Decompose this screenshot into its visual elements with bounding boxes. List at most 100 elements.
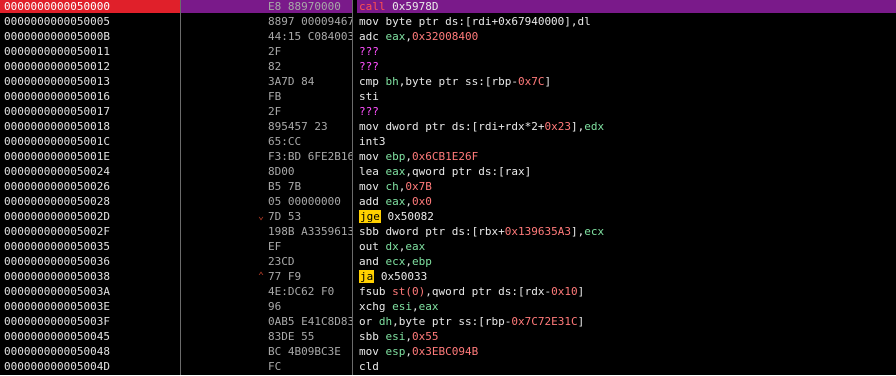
disasm-row[interactable]: 000000000005004D FC cld [0,360,896,373]
operand: , [405,345,412,358]
instruction-cell[interactable]: ??? [357,60,896,73]
column-divider[interactable] [352,0,353,375]
operand: 0x5978D [385,0,439,13]
instruction-cell[interactable]: and ecx,ebp [357,255,896,268]
instruction-cell[interactable]: fsub st(0),qword ptr ds:[rdx-0x10] [357,285,896,298]
instruction-cell[interactable]: cld [357,360,896,373]
address-cell[interactable]: 0000000000050026 [0,180,180,193]
address-cell[interactable]: 0000000000050035 [0,240,180,253]
operand: eax [378,165,406,178]
disasm-row[interactable]: 0000000000050011 2F??? [0,45,896,58]
address-cell[interactable]: 0000000000050011 [0,45,180,58]
instruction-cell[interactable]: mov dword ptr ds:[rdi+rdx*2+0x23],edx [357,120,896,133]
bytes-cell: 4E:DC62 F0 [268,285,335,298]
instruction-cell[interactable]: lea eax,qword ptr ds:[rax] [357,165,896,178]
operand: ??? [359,60,379,73]
operand: ??? [359,105,379,118]
instruction-cell[interactable]: sbb esi,0x55 [357,330,896,343]
instruction-cell[interactable]: ja 0x50033 [357,270,896,283]
bytes-cell: 198B A3359613 [268,225,352,238]
address-cell[interactable]: 0000000000050036 [0,255,180,268]
address-cell[interactable]: 0000000000050013 [0,75,180,88]
operand: 0x50033 [374,270,428,283]
disasm-row[interactable]: 0000000000050045 83DE 55 sbb esi,0x55 [0,330,896,343]
bytes-cell: 23CD [268,255,295,268]
address-cell[interactable]: 000000000005002D [0,210,180,223]
instruction-cell[interactable]: xchg esi,eax [357,300,896,313]
address-cell[interactable]: 0000000000050028 [0,195,180,208]
instruction-cell[interactable]: mov ch,0x7B [357,180,896,193]
address-cell[interactable]: 000000000005001C [0,135,180,148]
bytes-cell: 44:15 C0840032 [268,30,352,43]
address-cell[interactable]: 0000000000050045 [0,330,180,343]
address-cell[interactable]: 0000000000050017 [0,105,180,118]
disasm-row[interactable]: 0000000000050024 8D00 lea eax,qword ptr ds… [0,165,896,178]
mnemonic: sbb [359,225,379,238]
instruction-cell[interactable]: add eax,0x0 [357,195,896,208]
instruction-cell[interactable]: int3 [357,135,896,148]
address-cell[interactable]: 000000000005003E [0,300,180,313]
disasm-row[interactable]: 0000000000050028 05 00000000 add eax,0x0 [0,195,896,208]
mnemonic: int3 [359,135,386,148]
operand: st(0) [385,285,426,298]
address-cell[interactable]: 0000000000050016 [0,90,180,103]
disasm-row[interactable]: 0000000000050017 2F??? [0,105,896,118]
operand: ,qword ptr ds:[rax] [405,165,532,178]
disasm-row[interactable]: 000000000005000B 44:15 C0840032 adc eax,0x… [0,30,896,43]
operand: eax [418,300,439,313]
disasm-row[interactable]: 0000000000050035 EF out dx,eax [0,240,896,253]
address-cell[interactable]: 0000000000050018 [0,120,180,133]
disasm-row[interactable]: 000000000005002D ⌄ 7D 53 jge 0x50082 [0,210,896,223]
operand: , [405,255,412,268]
disasm-row[interactable]: 000000000005003E 96 xchg esi,eax [0,300,896,313]
disasm-row[interactable]: 0000000000050038 ⌃ 77 F9 ja 0x50033 [0,270,896,283]
address-cell[interactable]: 000000000005003A [0,285,180,298]
instruction-cell[interactable]: or dh,byte ptr ss:[rbp-0x7C72E31C] [357,315,896,328]
address-cell[interactable]: 0000000000050000 [0,0,180,13]
operand: ebp [412,255,432,268]
instruction-cell[interactable]: ??? [357,105,896,118]
address-cell[interactable]: 0000000000050024 [0,165,180,178]
mnemonic: ja [359,270,375,283]
disasm-row[interactable]: 0000000000050000 E8 88970000 call 0x5978D [0,0,896,13]
address-cell[interactable]: 000000000005002F [0,225,180,238]
instruction-cell[interactable]: mov esp,0x3EBC094B [357,345,896,358]
disasm-row[interactable]: 0000000000050016 FB sti [0,90,896,103]
address-cell[interactable]: 0000000000050048 [0,345,180,358]
instruction-cell[interactable]: jge 0x50082 [357,210,896,223]
instruction-cell[interactable]: adc eax,0x32008400 [357,30,896,43]
instruction-cell[interactable]: mov byte ptr ds:[rdi+0x67940000],dl [357,15,896,28]
address-cell[interactable]: 000000000005001E [0,150,180,163]
disasm-row[interactable]: 000000000005001C 65:CC int3 [0,135,896,148]
disasm-row[interactable]: 0000000000050012 82??? [0,60,896,73]
instruction-cell[interactable]: ??? [357,45,896,58]
disasm-row[interactable]: 0000000000050026 B5 7B mov ch,0x7B [0,180,896,193]
address-cell[interactable]: 0000000000050005 [0,15,180,28]
instruction-cell[interactable]: sbb dword ptr ds:[rbx+0x139635A3],ecx [357,225,896,238]
address-cell[interactable]: 000000000005004D [0,360,180,373]
bytes-cell: 0AB5 E41C8D83 [268,315,352,328]
disasm-row[interactable]: 0000000000050005 8897 00009467 mov byte pt… [0,15,896,28]
disassembly-view[interactable]: 0000000000050000 E8 88970000 call 0x5978D 0… [0,0,896,375]
bytes-cell: 77 F9 [268,270,302,283]
disasm-row[interactable]: 0000000000050048 BC 4B09BC3E mov esp,0x3EB… [0,345,896,358]
disasm-row[interactable]: 0000000000050013 3A7D 84 cmp bh,byte ptr s… [0,75,896,88]
disasm-row[interactable]: 0000000000050018 895457 23 mov dword ptr d… [0,120,896,133]
instruction-cell[interactable]: call 0x5978D [357,0,896,13]
disasm-row[interactable]: 000000000005002F 198B A3359613 sbb dword p… [0,225,896,238]
address-cell[interactable]: 0000000000050038 [0,270,180,283]
operand: ,byte ptr ss:[rbp- [392,315,512,328]
disasm-row[interactable]: 000000000005001E F3:BD 6FE2B16C mov ebp,0x… [0,150,896,163]
jump-up-arrow-icon: ⌃ [258,271,265,282]
instruction-cell[interactable]: out dx,eax [357,240,896,253]
instruction-cell[interactable]: mov ebp,0x6CB1E26F [357,150,896,163]
address-cell[interactable]: 000000000005003F [0,315,180,328]
instruction-cell[interactable]: sti [357,90,896,103]
column-divider[interactable] [180,0,181,375]
instruction-cell[interactable]: cmp bh,byte ptr ss:[rbp-0x7C] [357,75,896,88]
address-cell[interactable]: 0000000000050012 [0,60,180,73]
disasm-row[interactable]: 000000000005003F 0AB5 E41C8D83 or dh,byte … [0,315,896,328]
disasm-row[interactable]: 0000000000050036 23CD and ecx,ebp [0,255,896,268]
disasm-row[interactable]: 000000000005003A 4E:DC62 F0 fsub st(0),qwo… [0,285,896,298]
address-cell[interactable]: 000000000005000B [0,30,180,43]
